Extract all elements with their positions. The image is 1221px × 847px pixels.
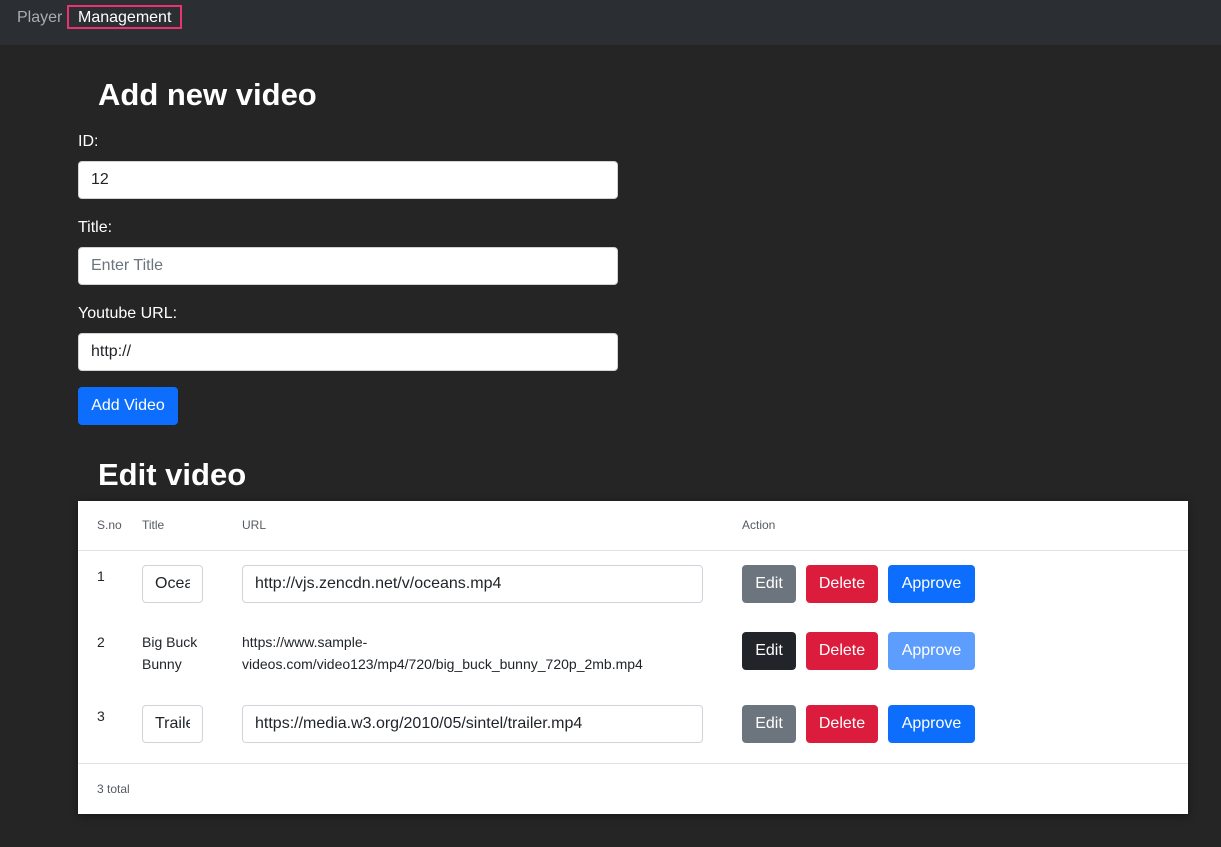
row-title-input[interactable] — [142, 565, 203, 603]
nav-management-link[interactable]: Management — [67, 5, 183, 29]
edit-button[interactable]: Edit — [742, 565, 796, 603]
id-label: ID: — [78, 133, 99, 150]
column-header-url: URL — [242, 518, 267, 532]
row-url-input[interactable] — [242, 705, 703, 743]
column-header-sno: S.no — [97, 518, 122, 532]
add-video-heading: Add new video — [98, 77, 317, 112]
row-sno: 2 — [97, 634, 105, 650]
header-divider — [78, 550, 1188, 551]
total-count: 3 total — [97, 782, 130, 796]
url-input[interactable] — [78, 333, 618, 371]
column-header-title: Title — [142, 518, 165, 532]
row-sno: 1 — [97, 568, 105, 584]
url-label: Youtube URL: — [78, 305, 178, 322]
delete-button[interactable]: Delete — [806, 632, 878, 670]
row-title-line2: Bunny — [142, 656, 182, 672]
title-input[interactable] — [78, 247, 618, 285]
title-label: Title: — [78, 219, 113, 236]
nav-player-link[interactable]: Player — [17, 8, 62, 28]
delete-button[interactable]: Delete — [806, 705, 878, 743]
videos-table: S.no Title URL Action 1 Edit Delete Appr… — [78, 501, 1188, 814]
row-url-input[interactable] — [242, 565, 703, 603]
row-title-input[interactable] — [142, 705, 203, 743]
add-video-button[interactable]: Add Video — [78, 387, 178, 425]
edit-button[interactable]: Edit — [742, 632, 796, 670]
id-input[interactable] — [78, 161, 618, 199]
approve-button[interactable]: Approve — [888, 565, 975, 603]
edit-video-heading: Edit video — [98, 457, 247, 492]
row-sno: 3 — [97, 708, 105, 724]
approve-button[interactable]: Approve — [888, 632, 975, 670]
column-header-action: Action — [742, 518, 776, 532]
delete-button[interactable]: Delete — [806, 565, 878, 603]
row-title-line1: Big Buck — [142, 634, 198, 650]
top-navbar: Player Management — [0, 0, 1221, 45]
row-url-line1: https://www.sample- — [242, 634, 368, 650]
approve-button[interactable]: Approve — [888, 705, 975, 743]
row-url-line2: videos.com/video123/mp4/720/big_buck_bun… — [242, 656, 643, 672]
footer-divider — [78, 763, 1188, 764]
edit-button[interactable]: Edit — [742, 705, 796, 743]
